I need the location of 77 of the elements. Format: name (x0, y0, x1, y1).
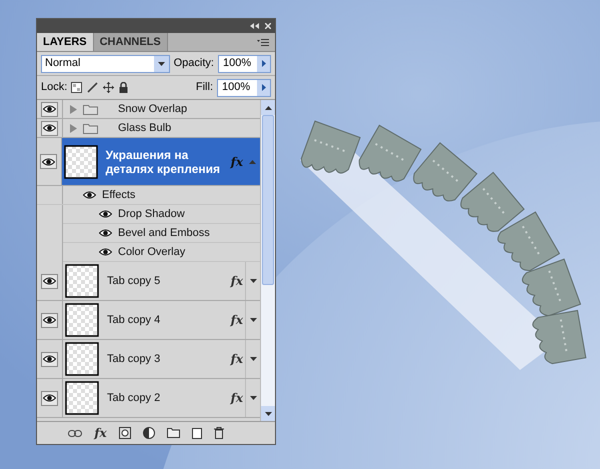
folder-icon[interactable] (166, 428, 180, 438)
visibility-toggle[interactable] (41, 274, 58, 288)
fill-label: Fill: (196, 80, 213, 96)
layer-thumbnail (65, 264, 99, 298)
brush-icon[interactable] (87, 82, 98, 93)
opacity-field[interactable]: 100% (218, 54, 271, 72)
layer-name: Tab copy 3 (107, 352, 162, 366)
mask-icon[interactable] (118, 427, 131, 439)
expand-arrow-icon[interactable] (264, 412, 272, 416)
layer-name: Tab copy 4 (107, 313, 162, 327)
fx-label: fx (230, 273, 243, 290)
panel-menu-icon[interactable] (257, 39, 269, 46)
eye-icon (43, 124, 56, 132)
eye-icon (43, 277, 56, 285)
eye-icon (43, 394, 56, 402)
eye-icon (43, 316, 56, 324)
fx-label: fx (230, 312, 243, 329)
layer-thumbnail (64, 144, 98, 178)
eye-icon (43, 105, 56, 113)
expand-arrow-icon[interactable] (250, 396, 256, 400)
expand-arrow-icon[interactable] (250, 357, 256, 361)
arrow-right-icon[interactable] (262, 60, 266, 67)
eye-icon (43, 355, 56, 363)
expand-arrow-icon[interactable] (158, 62, 165, 66)
trash-icon[interactable] (214, 427, 224, 439)
blend-mode-dropdown[interactable]: Normal (41, 54, 170, 72)
layer-thumbnail (65, 303, 99, 337)
fill-field[interactable]: 100% (217, 78, 271, 96)
expand-arrow-icon[interactable] (250, 318, 256, 322)
eye-icon (42, 158, 56, 166)
fx-label: fx (230, 351, 243, 368)
visibility-toggle[interactable] (40, 154, 58, 169)
group-name: Snow Overlap (118, 102, 188, 117)
fx-label: fx (230, 154, 243, 170)
eye-icon (83, 191, 96, 199)
arrow-right-icon[interactable] (262, 84, 266, 91)
expand-arrow-icon[interactable] (250, 279, 256, 283)
panel-tab[interactable]: CHANNELS (94, 33, 168, 51)
opacity-label: Opacity: (174, 56, 214, 72)
fx-label: fx (230, 390, 243, 407)
eye-icon (99, 210, 112, 218)
folder-icon (83, 104, 98, 114)
adjustment-icon[interactable] (142, 427, 155, 439)
effect-name: Bevel and Emboss (118, 226, 210, 241)
eye-icon (99, 229, 112, 237)
visibility-toggle[interactable] (41, 120, 58, 136)
close-icon[interactable] (265, 23, 271, 29)
visibility-toggle[interactable] (41, 102, 58, 116)
layer-name: Tab copy 5 (107, 274, 162, 288)
scrollbar[interactable] (260, 100, 275, 421)
layer-name: Tab copy 2 (107, 391, 162, 405)
new-layer-icon[interactable] (192, 428, 202, 438)
visibility-toggle[interactable] (41, 312, 58, 328)
layer-row[interactable]: Tab copy 3 fx (63, 340, 260, 378)
eye-icon (99, 248, 112, 256)
collapse-arrow-icon[interactable] (264, 106, 272, 110)
link-icon[interactable] (68, 430, 82, 436)
visibility-toggle[interactable] (41, 352, 58, 366)
layer-style-icon[interactable]: fx (94, 424, 107, 442)
layer-thumbnail (65, 381, 99, 415)
lock-transparency-icon[interactable] (71, 82, 82, 93)
layer-thumbnail (65, 342, 99, 376)
collapse-icon[interactable] (250, 23, 259, 29)
folder-icon (83, 122, 98, 134)
layer-row[interactable]: Tab copy 5 fx (63, 262, 260, 300)
move-icon[interactable] (103, 82, 114, 93)
lock-label: Lock: (41, 80, 68, 96)
layer-row[interactable]: Tab copy 4 fx (63, 301, 260, 339)
effect-name: Color Overlay (118, 244, 186, 260)
layer-name: Украшения на деталях крепления (106, 148, 222, 176)
effects-label: Effects (102, 188, 136, 203)
group-name: Glass Bulb (118, 120, 172, 136)
layer-row[interactable]: Tab copy 2 fx (63, 379, 260, 417)
visibility-toggle[interactable] (41, 390, 58, 406)
effect-name: Drop Shadow (118, 206, 185, 222)
lock-icon[interactable] (119, 82, 128, 93)
panel-tab[interactable]: LAYERS (37, 33, 94, 51)
